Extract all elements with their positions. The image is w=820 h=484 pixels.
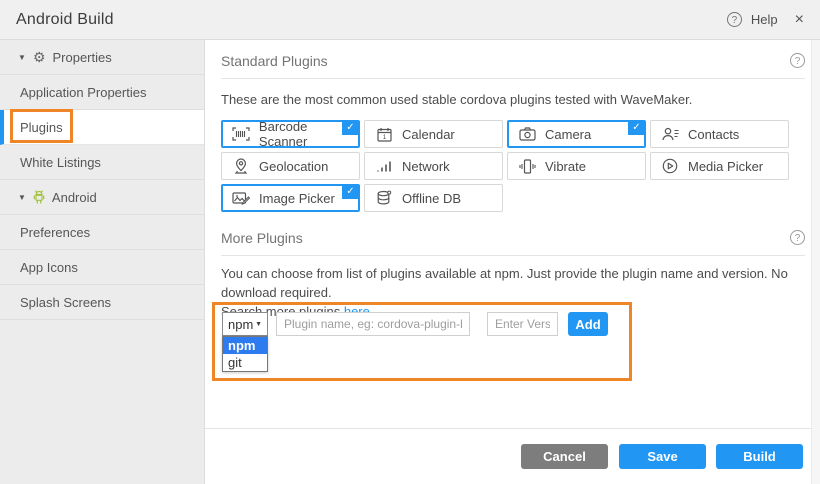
plugin-barcode-scanner[interactable]: Barcode Scanner✓ [221,120,360,148]
close-icon[interactable]: × [795,11,804,29]
plugin-label: Vibrate [545,159,586,174]
more-plugins-description-text: You can choose from list of plugins avai… [221,266,788,300]
add-plugin-form-highlight-box: npm ▼ npmgit Add [212,302,632,381]
sidebar-item-application-properties[interactable]: Application Properties [0,75,204,110]
sidebar-item-label: Preferences [20,225,90,240]
media-picker-icon [660,158,680,174]
checkmark-icon: ✓ [342,185,359,199]
contacts-icon [660,127,680,141]
geolocation-icon [231,158,251,174]
svg-text:1: 1 [382,134,386,141]
plugin-name-input[interactable] [276,312,470,336]
image-picker-icon [231,191,251,205]
camera-icon [517,127,537,141]
plugin-camera[interactable]: Camera ✓ [507,120,646,148]
chevron-down-icon: ▼ [18,193,26,202]
gear-icon: ⚙ [33,50,46,64]
chevron-down-icon: ▼ [255,321,262,328]
android-icon [33,190,45,204]
standard-plugins-section-header: Standard Plugins ? [221,53,805,79]
plugin-label: Geolocation [259,159,328,174]
chevron-down-icon: ▼ [18,53,26,62]
network-icon [374,160,394,173]
plugin-network[interactable]: Network [364,152,503,180]
sidebar: ▼ ⚙ Properties Application Properties Plugin… [0,40,205,484]
sidebar-item-app-icons[interactable]: App Icons [0,250,204,285]
plugin-label: Image Picker [259,191,335,206]
plugin-grid: Barcode Scanner✓ 1 Calendar Camera ✓ Contacts… [221,120,789,212]
vertical-scrollbar[interactable] [811,40,820,484]
checkmark-icon: ✓ [342,121,359,135]
sidebar-item-white-listings[interactable]: White Listings [0,145,204,180]
offline-db-icon [374,190,394,206]
sidebar-item-properties[interactable]: ▼ ⚙ Properties [0,40,204,75]
plugin-label: Contacts [688,127,739,142]
cancel-button[interactable]: Cancel [521,444,608,469]
page-title: Android Build [16,11,114,29]
plugin-calendar[interactable]: 1 Calendar [364,120,503,148]
add-button[interactable]: Add [568,312,608,336]
main-content: Standard Plugins ? These are the most co… [205,40,820,484]
footer-divider [205,428,820,429]
build-button[interactable]: Build [716,444,803,469]
source-dropdown: npm ▼ npmgit [222,312,268,336]
plugin-label: Offline DB [402,191,461,206]
more-plugins-help-icon[interactable]: ? [790,230,805,245]
plugin-label: Media Picker [688,159,763,174]
sidebar-item-preferences[interactable]: Preferences [0,215,204,250]
plugin-image-picker[interactable]: Image Picker ✓ [221,184,360,212]
sidebar-item-label: White Listings [20,155,101,170]
sidebar-item-android[interactable]: ▼ Android [0,180,204,215]
sidebar-item-label: Android [52,190,97,205]
plugin-offline-db[interactable]: Offline DB [364,184,503,212]
plugin-vibrate[interactable]: Vibrate [507,152,646,180]
sidebar-nav: ▼ ⚙ Properties Application Properties Plugin… [0,40,204,320]
sidebar-item-label: Splash Screens [20,295,111,310]
more-plugins-section-header: More Plugins ? [221,230,805,256]
standard-plugins-help-icon[interactable]: ? [790,53,805,68]
sidebar-item-label: Properties [52,50,111,65]
sidebar-item-splash-screens[interactable]: Splash Screens [0,285,204,320]
dialog-header: Android Build ? Help × [0,0,820,40]
source-select-value: npm [228,317,253,332]
sidebar-item-plugins[interactable]: Plugins [0,110,204,145]
plugin-label: Camera [545,127,591,142]
calendar-icon: 1 [374,127,394,142]
plugin-media-picker[interactable]: Media Picker [650,152,789,180]
standard-plugins-description: These are the most common used stable co… [221,90,692,109]
plugin-contacts[interactable]: Contacts [650,120,789,148]
source-dropdown-list: npmgit [222,336,268,372]
save-button[interactable]: Save [619,444,706,469]
plugin-geolocation[interactable]: Geolocation [221,152,360,180]
sidebar-item-label: Plugins [20,120,63,135]
version-input[interactable] [487,312,558,336]
more-plugins-title: More Plugins [221,230,303,246]
source-option-npm[interactable]: npm [223,337,267,354]
help-link[interactable]: Help [751,12,778,27]
source-select[interactable]: npm ▼ [222,312,268,336]
plugin-label: Network [402,159,450,174]
help-icon[interactable]: ? [727,12,742,27]
barcode-icon [231,127,251,141]
add-plugin-form: npm ▼ npmgit Add [222,312,608,336]
vibrate-icon [517,159,537,174]
android-build-dialog: Android Build ? Help × ▼ ⚙ Properties Appli… [0,0,820,484]
sidebar-item-label: App Icons [20,260,78,275]
sidebar-item-label: Application Properties [20,85,146,100]
header-actions: ? Help × [727,11,804,29]
standard-plugins-title: Standard Plugins [221,53,328,69]
checkmark-icon: ✓ [628,121,645,135]
plugin-label: Calendar [402,127,455,142]
source-option-git[interactable]: git [223,354,267,371]
